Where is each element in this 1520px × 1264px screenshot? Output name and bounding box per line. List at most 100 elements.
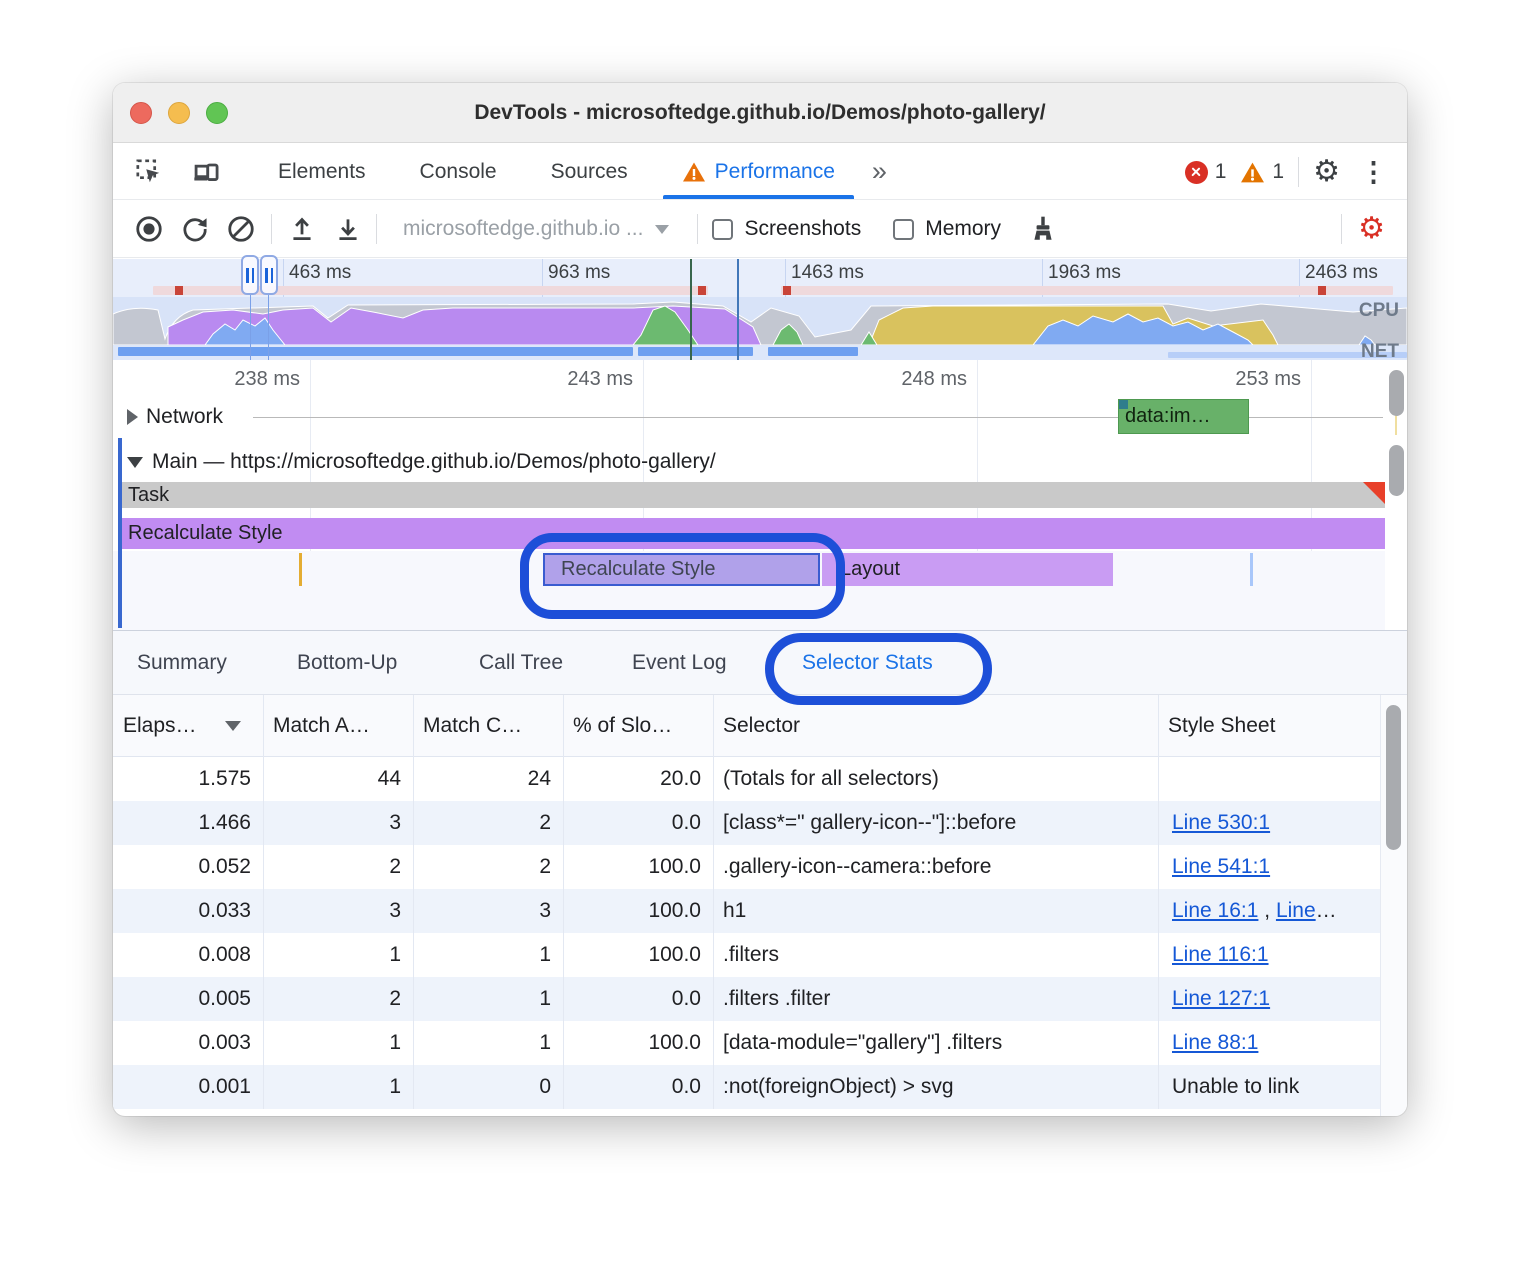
request-corner-mark xyxy=(1119,400,1128,409)
details-tab-bottom-up[interactable]: Bottom-Up xyxy=(293,631,401,695)
details-tab-summary[interactable]: Summary xyxy=(133,631,231,695)
layout-event-bar[interactable]: Layout xyxy=(822,553,1113,586)
cell-match-count: 3 xyxy=(413,889,563,933)
fcp-marker xyxy=(690,259,692,360)
stylesheet-link[interactable]: Line 127:1 xyxy=(1172,987,1270,1010)
divider xyxy=(1298,157,1299,187)
stylesheet-text: , xyxy=(1258,899,1276,922)
column-header-4[interactable]: % of Slo… xyxy=(563,695,713,757)
capture-settings-gear-icon[interactable]: ⚙ xyxy=(1358,214,1385,244)
collect-garbage-icon[interactable] xyxy=(1027,213,1059,245)
tab-performance[interactable]: Performance xyxy=(655,144,862,199)
memory-checkbox[interactable] xyxy=(893,219,914,240)
device-toolbar-icon[interactable] xyxy=(189,154,223,190)
table-row[interactable]: 0.05222100.0.gallery-icon--camera::befor… xyxy=(113,845,1380,889)
cell-style-sheet xyxy=(1158,757,1380,801)
cell-elapsed: 0.005 xyxy=(113,977,263,1021)
stylesheet-link[interactable]: Line 541:1 xyxy=(1172,855,1270,878)
cell-match-count: 24 xyxy=(413,757,563,801)
clear-button[interactable] xyxy=(225,213,257,245)
cell-style-sheet: Line 530:1 xyxy=(1158,801,1380,845)
cell-match-count: 2 xyxy=(413,845,563,889)
main-scrollbar-thumb[interactable] xyxy=(1389,445,1404,496)
reload-and-record-button[interactable] xyxy=(179,213,211,245)
recalculate-style-event-bar[interactable]: Recalculate Style xyxy=(122,518,1385,549)
stylesheet-link[interactable]: Line 16:1 xyxy=(1172,899,1258,922)
memory-toggle[interactable]: Memory xyxy=(893,217,1001,241)
cell-elapsed: 0.003 xyxy=(113,1021,263,1065)
cell-style-sheet: Line 541:1 xyxy=(1158,845,1380,889)
stylesheet-link[interactable]: Line 116:1 xyxy=(1172,943,1269,966)
tab-console[interactable]: Console xyxy=(393,144,524,199)
selection-right-handle[interactable] xyxy=(260,255,278,295)
cell-match-attempts: 44 xyxy=(263,757,413,801)
overview-tick-label: 463 ms xyxy=(289,262,351,284)
stylesheet-link[interactable]: Line 88:1 xyxy=(1172,1031,1258,1054)
column-header-6[interactable]: Style Sheet xyxy=(1158,695,1380,757)
cell-style-sheet: Line 88:1 xyxy=(1158,1021,1380,1065)
cell-match-attempts: 1 xyxy=(263,1065,413,1109)
table-row[interactable]: 0.005210.0.filters .filterLine 127:1 xyxy=(113,977,1380,1021)
cpu-label: CPU xyxy=(1359,300,1399,322)
selection-left-handle[interactable] xyxy=(241,255,259,295)
performance-toolbar: microsoftedge.github.io ... Screenshots … xyxy=(113,201,1407,258)
table-row[interactable]: 0.00311100.0[data-module="gallery"] .fil… xyxy=(113,1021,1380,1065)
table-row[interactable]: 0.001100.0:not(foreignObject) > svgUnabl… xyxy=(113,1065,1380,1109)
table-row[interactable]: 1.466320.0[class*=" gallery-icon--"]::be… xyxy=(113,801,1380,845)
flame-chart[interactable]: 238 ms243 ms248 ms253 ms Network data:im… xyxy=(113,360,1407,630)
column-header-5[interactable]: Selector xyxy=(713,695,1158,757)
devtools-window: DevTools - microsoftedge.github.io/Demos… xyxy=(113,83,1407,1116)
cell-match-count: 1 xyxy=(413,1021,563,1065)
selection-left-line xyxy=(250,295,251,360)
cell-selector: (Totals for all selectors) xyxy=(713,757,1158,801)
screenshots-checkbox[interactable] xyxy=(712,219,733,240)
stylesheet-link[interactable]: Line xyxy=(1276,899,1316,922)
screenshots-toggle[interactable]: Screenshots xyxy=(712,217,861,241)
minor-event-tick[interactable] xyxy=(299,553,302,586)
long-task-corner-icon xyxy=(1363,482,1385,504)
chevron-down-icon xyxy=(655,225,669,234)
network-track-header[interactable]: Network xyxy=(127,405,223,429)
settings-gear-icon[interactable]: ⚙ xyxy=(1313,157,1340,187)
selected-recalculate-style-event[interactable]: Recalculate Style xyxy=(543,553,820,586)
dcl-marker xyxy=(737,259,739,360)
timeline-overview[interactable]: 463 ms963 ms1463 ms1963 ms2463 ms CPU xyxy=(113,259,1407,360)
cell-selector: [class*=" gallery-icon--"]::before xyxy=(713,801,1158,845)
table-row[interactable]: 0.00811100.0.filtersLine 116:1 xyxy=(113,933,1380,977)
load-profile-icon[interactable] xyxy=(286,213,318,245)
network-request-badge[interactable]: data:im… xyxy=(1118,399,1249,434)
table-row[interactable]: 0.03333100.0h1Line 16:1 , Line… xyxy=(113,889,1380,933)
task-event-bar[interactable]: Task xyxy=(122,482,1385,508)
details-tab-event-log[interactable]: Event Log xyxy=(628,631,731,695)
cell-selector: [data-module="gallery"] .filters xyxy=(713,1021,1158,1065)
main-track-header[interactable]: Main — https://microsoftedge.github.io/D… xyxy=(127,450,716,474)
cell-elapsed: 1.466 xyxy=(113,801,263,845)
tab-elements[interactable]: Elements xyxy=(251,144,393,199)
save-profile-icon[interactable] xyxy=(332,213,364,245)
record-button[interactable] xyxy=(133,213,165,245)
column-header-2[interactable]: Match A… xyxy=(263,695,413,757)
details-tab-call-tree[interactable]: Call Tree xyxy=(475,631,567,695)
table-scrollbar-track[interactable] xyxy=(1380,695,1407,1116)
inspect-element-icon[interactable] xyxy=(131,154,165,190)
minor-event-tick[interactable] xyxy=(1250,553,1253,586)
tab-sources[interactable]: Sources xyxy=(524,144,655,199)
error-count-badge[interactable]: 1 xyxy=(1185,160,1227,184)
more-tabs-button[interactable]: » xyxy=(862,144,895,199)
cell-selector: .filters .filter xyxy=(713,977,1158,1021)
column-divider xyxy=(713,695,714,1109)
error-icon xyxy=(1185,161,1208,184)
table-row[interactable]: 1.575442420.0(Totals for all selectors) xyxy=(113,757,1380,801)
warning-count-badge[interactable]: 1 xyxy=(1240,160,1284,184)
column-header-3[interactable]: Match C… xyxy=(413,695,563,757)
overview-tick-label: 2463 ms xyxy=(1305,262,1378,284)
table-scrollbar-thumb[interactable] xyxy=(1386,705,1401,850)
long-task-strip xyxy=(113,284,1407,297)
divider xyxy=(697,214,698,244)
history-select[interactable]: microsoftedge.github.io ... xyxy=(403,217,669,241)
more-options-menu-icon[interactable]: ⋮ xyxy=(1354,159,1393,186)
network-scrollbar-thumb[interactable] xyxy=(1389,370,1404,416)
column-header-1[interactable]: Elaps… xyxy=(113,695,263,757)
stylesheet-link[interactable]: Line 530:1 xyxy=(1172,811,1270,834)
details-tab-selector-stats[interactable]: Selector Stats xyxy=(798,631,937,695)
